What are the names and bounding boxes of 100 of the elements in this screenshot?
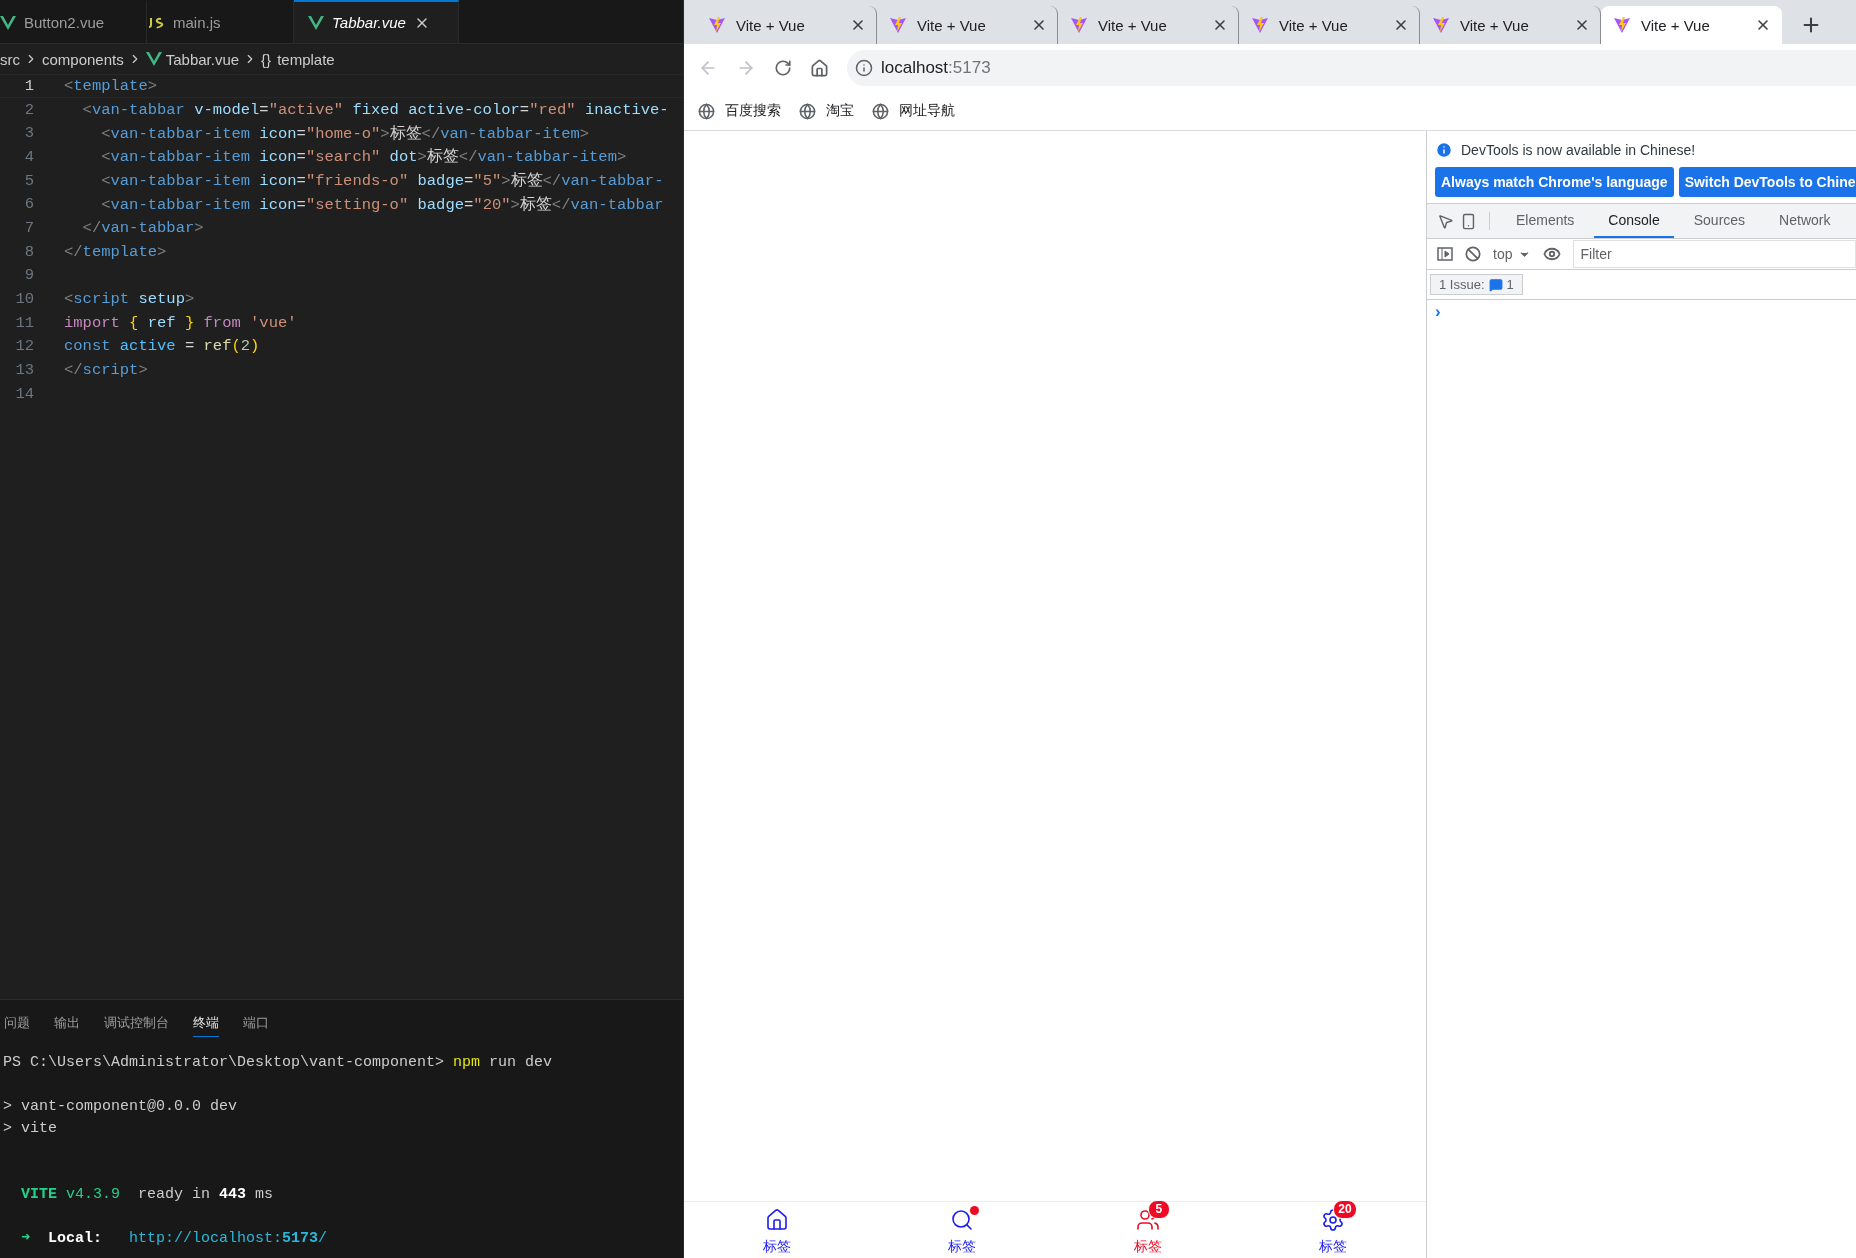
devtools-tab[interactable]: Network <box>1765 204 1845 238</box>
vue-logo-icon <box>308 15 324 30</box>
home-icon[interactable] <box>810 58 829 78</box>
vite-logo-icon <box>708 16 726 34</box>
browser-tab[interactable]: Vite + Vue <box>1058 6 1239 44</box>
editor-tab[interactable]: Button2.vue <box>0 0 147 43</box>
code-line: <van-tabbar-item icon="home-o">标签</van-tabbar-item> <box>100 123 590 144</box>
info-icon <box>1435 141 1453 159</box>
js-file-icon <box>147 16 165 29</box>
terminal-line: > vite <box>3 1119 58 1139</box>
globe-icon <box>872 102 889 120</box>
tab-label: 标签 <box>1133 1238 1162 1256</box>
url-text: localhost:5173 <box>881 58 991 78</box>
code-line: <van-tabbar-item icon="search" dot>标签</van-tabbar-item> <box>100 147 627 168</box>
close-icon[interactable] <box>1212 17 1228 33</box>
panel-tab[interactable]: 调试控制台 <box>104 1014 169 1037</box>
code-line: <van-tabbar-item icon="friends-o" badge="5">标签</van-tabbar- <box>100 171 664 192</box>
breadcrumb-item[interactable]: Tabbar.vue <box>165 50 240 68</box>
code-line: <van-tabbar-item icon="setting-o" badge="20">标签</van-tabbar <box>100 194 664 215</box>
language-button[interactable]: Switch DevTools to Chine <box>1678 167 1856 197</box>
browser-tab[interactable]: Vite + Vue <box>877 6 1058 44</box>
line-number: 14 <box>14 384 35 403</box>
breadcrumb-item[interactable]: template <box>277 50 335 68</box>
line-number: 1 <box>23 76 35 95</box>
panel-tab[interactable]: 终端 <box>193 1014 219 1037</box>
breadcrumb-item[interactable]: {} <box>261 50 272 68</box>
editor-tab[interactable]: Tabbar.vue <box>294 0 459 43</box>
language-button[interactable]: Always match Chrome's language <box>1435 167 1674 197</box>
panel-tab[interactable]: 问题 <box>4 1014 30 1037</box>
devtools-tab[interactable]: Elements <box>1502 204 1589 238</box>
tabbar-item[interactable]: 标签 <box>684 1202 870 1258</box>
line-number: 4 <box>23 147 35 166</box>
eye-icon[interactable] <box>1543 245 1562 263</box>
line-number: 8 <box>23 242 35 261</box>
line-number: 11 <box>14 313 35 332</box>
terminal-line: PS C:\Users\Administrator\Desktop\vant-component> npm run dev <box>3 1053 554 1073</box>
inspect-icon[interactable] <box>1437 212 1454 230</box>
line-number: 12 <box>14 337 35 356</box>
info-icon <box>855 59 873 77</box>
close-icon[interactable] <box>1755 17 1771 33</box>
close-icon[interactable] <box>850 17 866 33</box>
search-icon <box>950 1208 975 1232</box>
browser-tab[interactable]: Vite + Vue <box>696 6 877 44</box>
vue-logo-icon <box>0 15 16 30</box>
line-number: 7 <box>23 218 35 237</box>
line-number: 10 <box>14 290 35 309</box>
tabbar-item[interactable]: 5 标签 <box>1055 1202 1241 1258</box>
line-number: 9 <box>23 266 35 285</box>
bookmark-label: 百度搜索 <box>725 102 781 120</box>
globe-icon <box>799 102 816 120</box>
panel-tab[interactable]: 端口 <box>243 1014 269 1037</box>
device-icon[interactable] <box>1460 212 1477 230</box>
breadcrumb-item[interactable]: src <box>0 50 20 68</box>
devtools-tab[interactable]: Console <box>1594 204 1674 238</box>
home-icon <box>764 1208 789 1232</box>
count-badge: 5 <box>1147 1200 1170 1219</box>
clear-icon[interactable] <box>1465 246 1481 262</box>
browser-tab[interactable]: Vite + Vue <box>1601 6 1782 44</box>
browser-tab[interactable]: Vite + Vue <box>1239 6 1420 44</box>
bookmark[interactable]: 百度搜索 <box>698 102 781 120</box>
tab-label: 标签 <box>762 1238 791 1256</box>
close-icon[interactable] <box>1393 17 1409 33</box>
code-line: </template> <box>64 242 167 261</box>
context-selector[interactable]: top <box>1493 246 1532 262</box>
tabbar-item[interactable]: 20 标签 <box>1240 1202 1426 1258</box>
line-number: 13 <box>14 361 35 380</box>
line-number: 3 <box>23 124 35 143</box>
breadcrumb-item[interactable]: components <box>42 50 124 68</box>
code-line: <van-tabbar v-model="active" fixed active-color="red" inactive- <box>81 100 669 119</box>
filter-field[interactable]: Filter <box>1573 240 1856 268</box>
vue-logo-icon <box>145 52 162 66</box>
issues-badge[interactable]: 1 Issue: 1 <box>1430 274 1523 295</box>
code-line: import { ref } from 'vue' <box>64 313 297 332</box>
line-number: 2 <box>23 100 35 119</box>
sidebar-toggle-icon[interactable] <box>1437 247 1453 261</box>
bookmark[interactable]: 网址导航 <box>872 102 955 120</box>
code-line: <template> <box>64 76 158 95</box>
console-prompt[interactable]: › <box>1427 299 1856 322</box>
bookmark-label: 网址导航 <box>899 102 955 120</box>
address-bar[interactable]: localhost:5173 <box>847 50 1856 86</box>
reload-icon[interactable] <box>774 59 792 77</box>
bookmark[interactable]: 淘宝 <box>799 102 854 120</box>
terminal-line: > vant-component@0.0.0 dev <box>3 1097 239 1117</box>
vite-logo-icon <box>1070 16 1088 34</box>
close-icon[interactable] <box>1574 17 1590 33</box>
close-icon[interactable] <box>1031 17 1047 33</box>
message-icon <box>1488 277 1503 292</box>
editor-tab[interactable]: main.js <box>147 0 294 43</box>
code-line: </van-tabbar> <box>81 218 204 237</box>
notice-text: DevTools is now available in Chinese! <box>1461 142 1696 158</box>
vite-logo-icon <box>889 16 907 34</box>
code-line: </script> <box>64 361 148 380</box>
tabbar-item[interactable]: 标签 <box>869 1202 1055 1258</box>
line-number: 5 <box>23 171 35 190</box>
devtools-tab[interactable]: Sources <box>1679 204 1760 238</box>
panel-tab[interactable]: 输出 <box>54 1014 80 1037</box>
tab-label: 标签 <box>1319 1238 1348 1256</box>
bookmark-label: 淘宝 <box>826 102 854 120</box>
tab-label: 标签 <box>948 1238 977 1256</box>
vite-logo-icon <box>1432 16 1450 34</box>
